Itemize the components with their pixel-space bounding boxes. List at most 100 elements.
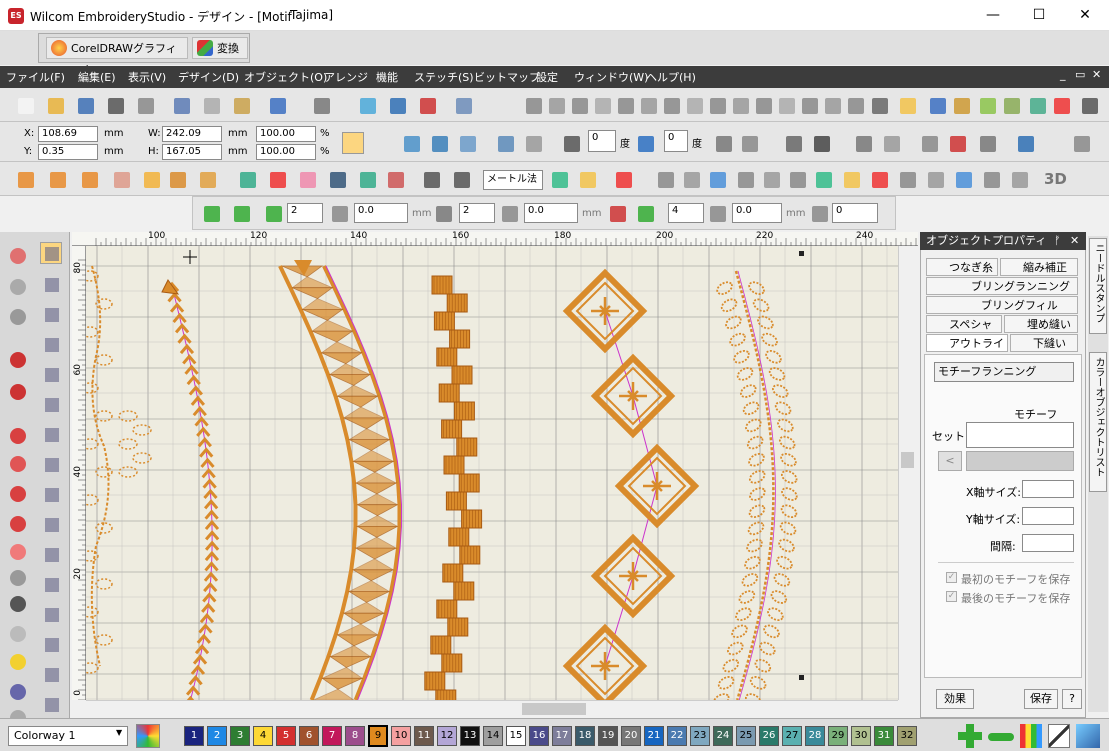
horizontal-scroll-thumb[interactable] — [522, 703, 586, 715]
stitch-effect-3-icon[interactable] — [654, 168, 676, 190]
color-swatch-4[interactable]: 4 — [253, 726, 273, 746]
color-swatch-19[interactable]: 19 — [598, 726, 618, 746]
color-swatch-1[interactable]: 1 — [184, 726, 204, 746]
std-12-icon[interactable] — [416, 94, 438, 116]
coreldraw-graphics-button[interactable]: CorelDRAWグラフィック — [46, 37, 188, 77]
std-11-icon[interactable] — [386, 94, 408, 116]
view-0-icon[interactable] — [868, 94, 890, 116]
std-0-icon[interactable] — [14, 94, 36, 116]
vertical-scrollbar[interactable] — [898, 246, 916, 700]
tool-radial-icon[interactable] — [6, 482, 28, 504]
tool-circle-red-icon[interactable] — [6, 424, 28, 446]
tool-line-tool-3-icon[interactable] — [6, 380, 28, 402]
stitch-effect-12-icon[interactable] — [896, 168, 918, 190]
tool-reshape-icon[interactable] — [40, 273, 62, 295]
panel-close-icon[interactable]: ✕ — [1070, 232, 1079, 250]
digitize-1-icon[interactable] — [46, 168, 68, 190]
tool-frame-icon[interactable] — [40, 393, 62, 415]
tool-stripes-icon[interactable] — [6, 512, 28, 534]
digitize-3-icon[interactable] — [110, 168, 132, 190]
horizontal-scrollbar[interactable] — [86, 700, 898, 717]
scale-y-field[interactable]: 100.00 — [256, 144, 316, 160]
view-8-icon[interactable] — [1078, 94, 1100, 116]
stitch-effect-6-icon[interactable] — [734, 168, 756, 190]
mdi-minimize-button[interactable]: _ — [1060, 68, 1066, 81]
tool-line-tool-icon[interactable] — [6, 348, 28, 370]
tab-underlay[interactable]: 下縫い — [1010, 334, 1078, 352]
thread-chart-icon[interactable] — [1020, 724, 1042, 748]
color-swatch-23[interactable]: 23 — [690, 726, 710, 746]
color-settings-icon[interactable] — [1076, 724, 1100, 748]
width-field[interactable]: 242.09 — [162, 126, 222, 142]
spacing-param-6-icon[interactable] — [808, 202, 830, 224]
color-swatch-8[interactable]: 8 — [345, 726, 365, 746]
tool-hexagon-icon[interactable] — [6, 622, 28, 644]
spacing-param-2-icon[interactable] — [498, 202, 520, 224]
spacing-field-1[interactable]: 2 — [287, 203, 323, 223]
spacing-field-2[interactable]: 0.0 — [354, 203, 408, 223]
spacing-param-4-icon[interactable] — [634, 202, 656, 224]
spacing-param-1-icon[interactable] — [432, 202, 454, 224]
prev-motif-button[interactable]: < — [938, 451, 962, 471]
std-6-icon[interactable] — [200, 94, 222, 116]
color-swatch-14[interactable]: 14 — [483, 726, 503, 746]
x-size-field[interactable] — [1022, 480, 1074, 498]
stitch-effect-13-icon[interactable] — [924, 168, 946, 190]
std-7-icon[interactable] — [230, 94, 252, 116]
tab-tsunagi[interactable]: つなぎ糸 — [926, 258, 998, 276]
spacing-field-5[interactable]: 4 — [668, 203, 704, 223]
scale-x-field[interactable]: 100.00 — [256, 126, 316, 142]
color-swatch-32[interactable]: 32 — [897, 726, 917, 746]
stitch-type-1-icon[interactable] — [545, 94, 567, 116]
stitch-effect-7-icon[interactable] — [760, 168, 782, 190]
color-swatch-6[interactable]: 6 — [299, 726, 319, 746]
stitch-type-13-icon[interactable] — [821, 94, 843, 116]
mdi-restore-button[interactable]: ▭ — [1075, 68, 1085, 81]
y-field[interactable]: 0.35 — [38, 144, 98, 160]
tool-ring-icon[interactable] — [6, 452, 28, 474]
color-swatch-9[interactable]: 9 — [368, 725, 388, 747]
tool-shapes-icon[interactable] — [6, 305, 28, 327]
remove-color-icon[interactable] — [988, 733, 1014, 741]
spacing-field-3[interactable]: 2 — [459, 203, 495, 223]
tab-special[interactable]: スペシャル — [926, 315, 1002, 348]
digitize-13-icon[interactable] — [420, 168, 442, 190]
std-1-icon[interactable] — [44, 94, 66, 116]
color-swatch-29[interactable]: 29 — [828, 726, 848, 746]
view-7-icon[interactable] — [1050, 94, 1072, 116]
stitch-effect-5-icon[interactable] — [706, 168, 728, 190]
digitize-4-icon[interactable] — [140, 168, 162, 190]
prop-13-icon[interactable] — [918, 132, 940, 154]
stitch-effect-10-icon[interactable] — [840, 168, 862, 190]
prop-3-icon[interactable] — [494, 132, 516, 154]
tool-wave-icon[interactable] — [40, 333, 62, 355]
spacing-param-3-icon[interactable] — [606, 202, 628, 224]
stitch-effect-0-icon[interactable] — [548, 168, 570, 190]
view-1-icon[interactable] — [896, 94, 918, 116]
std-2-icon[interactable] — [74, 94, 96, 116]
stitch-type-4-icon[interactable] — [614, 94, 636, 116]
tool-circle-dark-icon[interactable] — [6, 592, 28, 614]
y-size-field[interactable] — [1022, 507, 1074, 525]
add-color-icon[interactable] — [958, 724, 982, 748]
menu-item-1[interactable]: 編集(E) — [78, 69, 116, 85]
tool-diamond-icon[interactable] — [40, 603, 62, 625]
tool-frame-2-icon[interactable] — [40, 633, 62, 655]
tab-needle-stamp[interactable]: ニードルスタンプ — [1089, 238, 1107, 334]
std-5-icon[interactable] — [170, 94, 192, 116]
stitch-type-7-icon[interactable] — [683, 94, 705, 116]
color-swatch-26[interactable]: 26 — [759, 726, 779, 746]
stitch-effect-2-icon[interactable] — [612, 168, 634, 190]
prop-1-icon[interactable] — [428, 132, 450, 154]
tab-outline[interactable]: アウトライン — [926, 334, 1008, 367]
digitize-7-icon[interactable] — [236, 168, 258, 190]
color-swatch-13[interactable]: 13 — [460, 726, 480, 746]
pin-icon[interactable]: ᚠ — [1054, 232, 1061, 250]
stitch-type-0-icon[interactable] — [522, 94, 544, 116]
3d-button[interactable]: 3D — [1044, 170, 1067, 188]
color-swatch-20[interactable]: 20 — [621, 726, 641, 746]
close-button[interactable]: ✕ — [1062, 0, 1108, 31]
stitch-type-6-icon[interactable] — [660, 94, 682, 116]
tool-rectangle-icon[interactable] — [40, 513, 62, 535]
std-13-icon[interactable] — [452, 94, 474, 116]
